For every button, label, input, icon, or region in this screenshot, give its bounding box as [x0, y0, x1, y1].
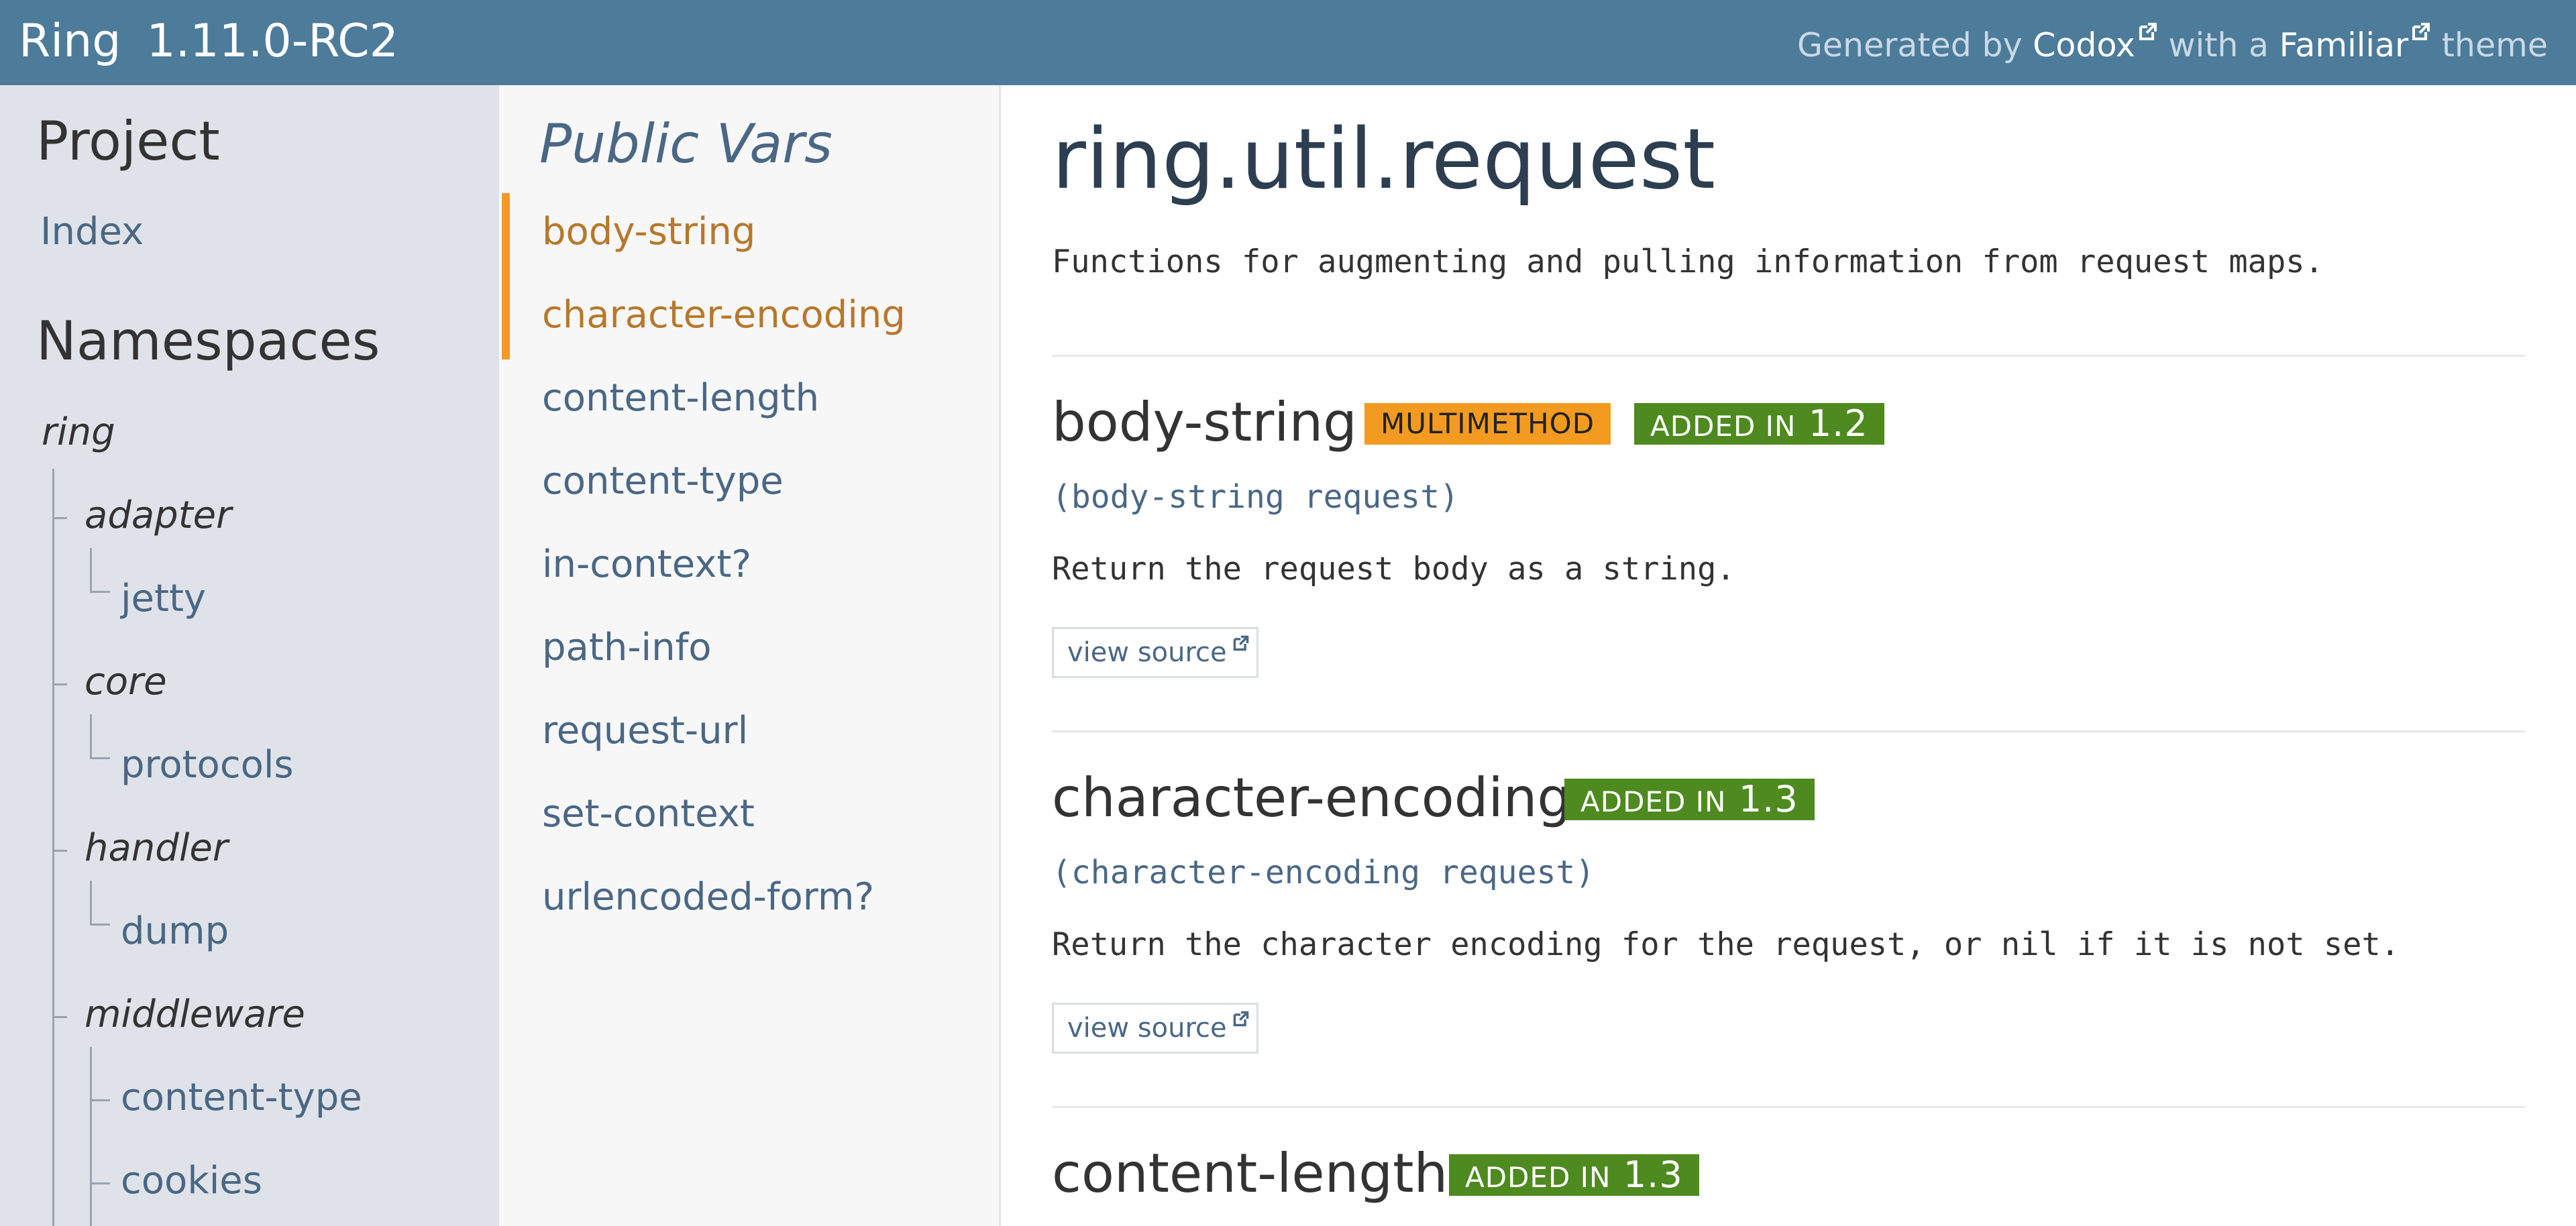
credit-prefix: Generated by [1796, 26, 2033, 64]
section-divider [1052, 1106, 2525, 1108]
public-vars-heading: Public Vars [539, 113, 833, 175]
tree-branch-line [90, 591, 110, 593]
project-version: 1.11.0-RC2 [146, 15, 398, 68]
top-header: Ring 1.11.0-RC2 Generated by Codox with a… [0, 0, 2576, 85]
namespace-group-handler: handler [85, 826, 228, 870]
tree-branch-line [52, 850, 67, 852]
added-in-version: 1.2 [1808, 402, 1868, 445]
usage-signature: (character-encoding request) [1052, 854, 1595, 891]
var-title-content-length: content-length [1052, 1142, 1448, 1205]
project-name: Ring [19, 15, 121, 68]
usage-signature: (body-string request) [1052, 478, 1459, 516]
added-in-label: ADDED IN [1580, 785, 1727, 818]
tree-guide-line [90, 714, 92, 757]
tree-guide-line [90, 548, 92, 591]
added-in-version: 1.3 [1623, 1154, 1683, 1196]
namespace-link-content-type[interactable]: content-type [121, 1074, 362, 1121]
var-title-character-encoding: character-encoding [1052, 767, 1572, 829]
added-in-badge: ADDED IN 1.2 [1634, 403, 1884, 445]
var-link-body-string[interactable]: body-string [542, 209, 755, 256]
var-link-path-info[interactable]: path-info [542, 624, 712, 671]
added-in-label: ADDED IN [1465, 1161, 1611, 1194]
tree-branch-line [52, 1016, 67, 1018]
var-link-character-encoding[interactable]: character-encoding [542, 292, 906, 339]
namespace-docs[interactable]: ring.util.request Functions for augmenti… [1001, 85, 2576, 1226]
added-in-badge: ADDED IN 1.3 [1564, 779, 1815, 820]
namespaces-heading: Namespaces [36, 310, 380, 372]
added-in-label: ADDED IN [1650, 410, 1796, 443]
namespace-link-cookies[interactable]: cookies [121, 1158, 262, 1205]
tree-branch-line [90, 924, 110, 926]
var-link-urlencoded-form[interactable]: urlencoded-form? [542, 874, 874, 921]
section-divider [1052, 730, 2525, 732]
namespace-link-dump[interactable]: dump [121, 908, 229, 955]
section-divider [1052, 355, 2525, 357]
var-link-set-context[interactable]: set-context [542, 791, 755, 838]
namespace-group-adapter: adapter [85, 494, 232, 537]
external-link-icon [2411, 21, 2431, 42]
view-source-button[interactable]: view source [1052, 1003, 1258, 1054]
namespace-link-protocols[interactable]: protocols [121, 742, 294, 789]
namespace-docstring: Functions for augmenting and pulling inf… [1052, 243, 2324, 280]
namespace-group-ring: ring [42, 410, 115, 454]
familiar-link-label: Familiar [2279, 26, 2409, 64]
tree-guide-line [90, 1047, 92, 1226]
codox-link-label: Codox [2033, 26, 2135, 64]
tree-branch-line [90, 757, 110, 759]
namespace-title: ring.util.request [1052, 111, 1716, 208]
var-docstring: Return the character encoding for the re… [1052, 926, 2400, 963]
var-link-in-context[interactable]: in-context? [542, 541, 751, 588]
credit-mid: with a [2157, 26, 2279, 64]
added-in-badge: ADDED IN 1.3 [1449, 1154, 1699, 1196]
tree-branch-line [90, 1182, 110, 1184]
var-link-content-type[interactable]: content-type [542, 458, 784, 505]
generator-credit: Generated by Codox with a Familiar theme [1797, 21, 2548, 66]
namespace-group-middleware: middleware [85, 993, 305, 1036]
credit-suffix: theme [2431, 26, 2548, 64]
tree-branch-line [90, 1099, 110, 1101]
view-source-label: view source [1067, 637, 1227, 668]
tree-guide-line [90, 881, 92, 924]
view-source-button[interactable]: view source [1052, 627, 1258, 678]
multimethod-badge: MULTIMETHOD [1364, 403, 1611, 445]
external-link-icon [2138, 21, 2158, 42]
namespace-link-jetty[interactable]: jetty [121, 575, 206, 622]
familiar-link[interactable]: Familiar [2279, 23, 2431, 64]
var-link-content-length[interactable]: content-length [542, 375, 819, 422]
external-link-icon [1232, 634, 1250, 652]
var-title-body-string: body-string [1052, 391, 1357, 453]
index-link[interactable]: Index [40, 209, 144, 256]
visible-section-indicator [502, 193, 510, 359]
namespace-group-core: core [85, 660, 167, 704]
var-docstring: Return the request body as a string. [1052, 551, 1735, 588]
namespaces-sidebar[interactable]: Project Index Namespaces ring adapter je… [0, 85, 499, 1226]
tree-branch-line [52, 683, 67, 685]
view-source-label: view source [1067, 1013, 1227, 1044]
public-vars-sidebar[interactable]: Public Vars body-string character-encodi… [499, 85, 1001, 1226]
codox-link[interactable]: Codox [2033, 23, 2158, 64]
tree-guide-line [52, 469, 54, 1226]
project-title[interactable]: Ring 1.11.0-RC2 [19, 12, 398, 71]
var-link-request-url[interactable]: request-url [542, 708, 748, 755]
project-heading: Project [36, 110, 220, 172]
tree-branch-line [52, 517, 67, 519]
added-in-version: 1.3 [1738, 778, 1799, 820]
external-link-icon [1232, 1010, 1250, 1027]
